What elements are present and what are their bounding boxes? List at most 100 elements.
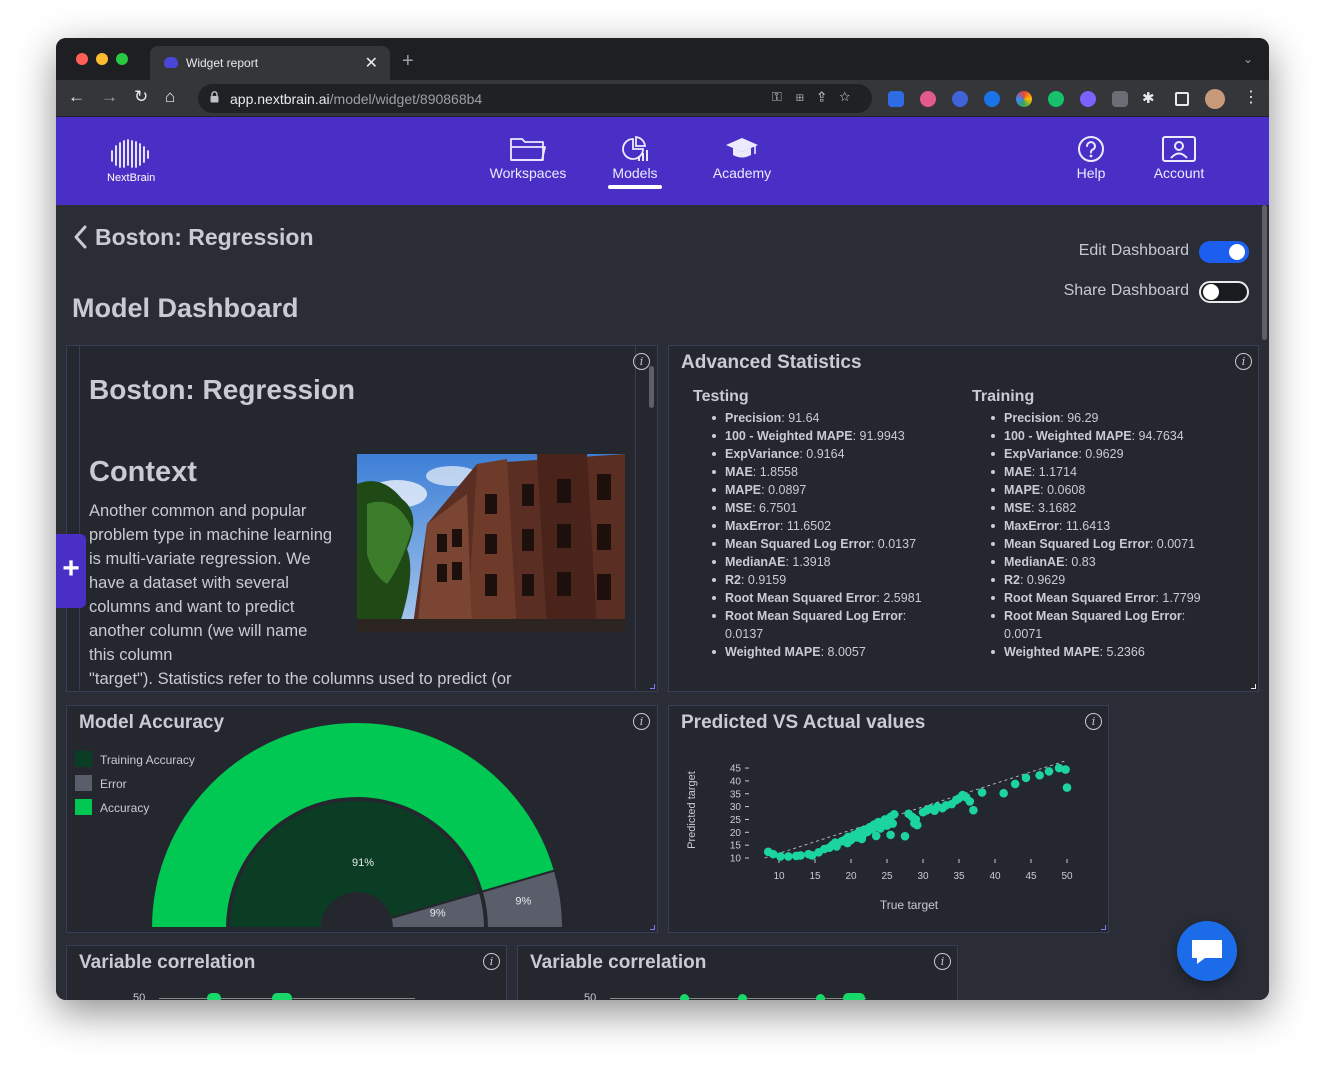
resize-handle-icon[interactable] xyxy=(650,684,655,689)
nav-account[interactable]: Account xyxy=(1146,135,1212,181)
stat-item: MAPE: 0.0608 xyxy=(960,481,1220,499)
nextbrain-logo-icon[interactable] xyxy=(108,137,152,171)
training-heading: Training xyxy=(972,388,1035,405)
back-chevron-icon[interactable] xyxy=(73,225,87,249)
forward-arrow-icon[interactable]: → xyxy=(101,87,118,107)
profile-avatar[interactable] xyxy=(1205,89,1225,109)
nextbrain-favicon-icon xyxy=(164,57,178,68)
address-bar[interactable]: app.nextbrain.ai/model/widget/890868b4 ⚿… xyxy=(198,84,872,113)
nav-help[interactable]: Help xyxy=(1071,135,1111,181)
stat-item: Mean Squared Log Error: 0.0071 xyxy=(960,535,1220,553)
y-tick-label: 10 xyxy=(730,854,742,865)
new-tab-icon[interactable]: + xyxy=(402,50,414,73)
extension-icon-7[interactable] xyxy=(1080,91,1096,107)
chat-support-button[interactable] xyxy=(1177,921,1237,981)
extension-icon-1[interactable] xyxy=(888,91,904,107)
text-widget-info-icon[interactable]: i xyxy=(633,353,650,370)
scatter-point[interactable] xyxy=(977,788,987,797)
extensions-puzzle-icon[interactable]: ✱ xyxy=(1142,89,1155,107)
text-widget-scrollbar-thumb[interactable] xyxy=(649,366,654,408)
back-arrow-icon[interactable]: ← xyxy=(68,87,85,107)
page-scrollbar-thumb[interactable] xyxy=(1262,205,1267,340)
nav-account-label: Account xyxy=(1153,165,1205,181)
x-tick-label: 50 xyxy=(1061,871,1073,882)
scatter-point[interactable] xyxy=(857,834,867,844)
stat-name: Weighted MAPE xyxy=(725,645,821,659)
x-tick-label: 30 xyxy=(917,871,929,882)
variable-correlation-widget-2[interactable]: Variable correlation i 50 xyxy=(517,945,958,1000)
share-dashboard-toggle[interactable] xyxy=(1199,281,1249,303)
page-scrollbar[interactable] xyxy=(1261,205,1269,1000)
scatter-point[interactable] xyxy=(843,838,852,848)
home-icon[interactable]: ⌂ xyxy=(165,87,175,107)
share-icon[interactable]: ⇪ xyxy=(818,89,839,104)
stat-item: ExpVariance: 0.9629 xyxy=(960,445,1220,463)
scatter-point[interactable] xyxy=(889,810,899,819)
scatter-point[interactable] xyxy=(912,820,922,830)
y-tick-label: 25 xyxy=(730,815,742,826)
account-user-icon xyxy=(1162,136,1196,162)
extension-icon-3[interactable] xyxy=(952,91,968,107)
stat-name: MAE xyxy=(1004,465,1032,479)
scatter-point[interactable] xyxy=(999,788,1008,798)
minimize-window-button[interactable] xyxy=(96,53,108,65)
text-widget-scroll-area[interactable]: Boston: Regression Context Another commo… xyxy=(79,346,637,690)
variable-correlation-info-icon[interactable]: i xyxy=(934,953,951,970)
tab-search-chevron-icon[interactable]: ⌄ xyxy=(1243,52,1253,66)
resize-handle-icon[interactable] xyxy=(1101,925,1106,930)
stat-item: Mean Squared Log Error: 0.0137 xyxy=(681,535,941,553)
extension-icon-5[interactable] xyxy=(1016,91,1032,107)
scatter-point[interactable] xyxy=(1044,767,1054,776)
tab-title: Widget report xyxy=(186,56,259,70)
resize-handle-icon[interactable] xyxy=(650,925,655,930)
nav-models[interactable]: Models xyxy=(608,135,662,181)
scatter-point[interactable] xyxy=(784,852,793,861)
edit-dashboard-toggle[interactable] xyxy=(1199,241,1249,263)
scatter-point[interactable] xyxy=(1035,770,1044,780)
scatter-point[interactable] xyxy=(965,797,975,806)
resize-handle-icon[interactable] xyxy=(1251,684,1256,689)
scatter-point[interactable] xyxy=(1062,783,1072,792)
scatter-point[interactable] xyxy=(969,805,978,815)
back-link-title[interactable]: Boston: Regression xyxy=(95,224,314,251)
reload-icon[interactable]: ↻ xyxy=(134,87,148,107)
scatter-point[interactable] xyxy=(776,852,785,861)
model-accuracy-widget[interactable]: Model Accuracy i Training Accuracy Error A… xyxy=(66,705,658,933)
grammarly-extension-icon[interactable] xyxy=(1048,91,1064,107)
key-icon[interactable]: ⚿ xyxy=(772,89,796,104)
scatter-point[interactable] xyxy=(1061,765,1070,774)
extension-icon-8[interactable] xyxy=(1112,91,1128,107)
predicted-vs-actual-widget[interactable]: Predicted VS Actual values i 10 15 20 25 30 3… xyxy=(668,705,1109,933)
scatter-point[interactable] xyxy=(886,830,895,840)
variable-correlation-info-icon[interactable]: i xyxy=(483,953,500,970)
stat-value: : 0.0608 xyxy=(1040,483,1086,497)
stat-value: : 91.9943 xyxy=(852,429,905,443)
scatter-point[interactable] xyxy=(871,831,881,841)
text-widget[interactable]: Boston: Regression Context Another commo… xyxy=(66,345,658,692)
scatter-point[interactable] xyxy=(1021,773,1031,783)
stat-name: Root Mean Squared Error xyxy=(1004,591,1156,605)
scatter-point[interactable] xyxy=(888,819,898,828)
advanced-statistics-info-icon[interactable]: i xyxy=(1235,353,1252,370)
logo-text: NextBrain xyxy=(107,172,156,184)
extension-icon-4[interactable] xyxy=(984,91,1000,107)
variable-correlation-widget-1[interactable]: Variable correlation i 50 xyxy=(66,945,507,1000)
extension-icon-2[interactable] xyxy=(920,91,936,107)
close-window-button[interactable] xyxy=(76,53,88,65)
maximize-window-button[interactable] xyxy=(116,53,128,65)
kebab-menu-icon[interactable]: ⋮ xyxy=(1243,87,1259,107)
scatter-point[interactable] xyxy=(1010,779,1020,789)
nav-academy[interactable]: Academy xyxy=(706,135,778,181)
add-widget-button[interactable]: + xyxy=(56,534,86,608)
scatter-point[interactable] xyxy=(900,831,910,841)
stat-value: : 11.6502 xyxy=(779,519,832,533)
page-title: Model Dashboard xyxy=(72,293,299,323)
translate-icon[interactable]: ⊞ xyxy=(796,89,818,104)
advanced-statistics-widget[interactable]: Advanced Statistics i Testing Precision:… xyxy=(668,345,1259,692)
browser-tab[interactable]: Widget report ✕ xyxy=(150,46,390,80)
nav-workspaces[interactable]: Workspaces xyxy=(486,135,570,181)
scatter-point[interactable] xyxy=(796,851,805,860)
bookmark-star-icon[interactable]: ☆ xyxy=(839,89,864,104)
side-panel-icon[interactable] xyxy=(1175,92,1189,106)
close-tab-icon[interactable]: ✕ xyxy=(365,53,378,73)
